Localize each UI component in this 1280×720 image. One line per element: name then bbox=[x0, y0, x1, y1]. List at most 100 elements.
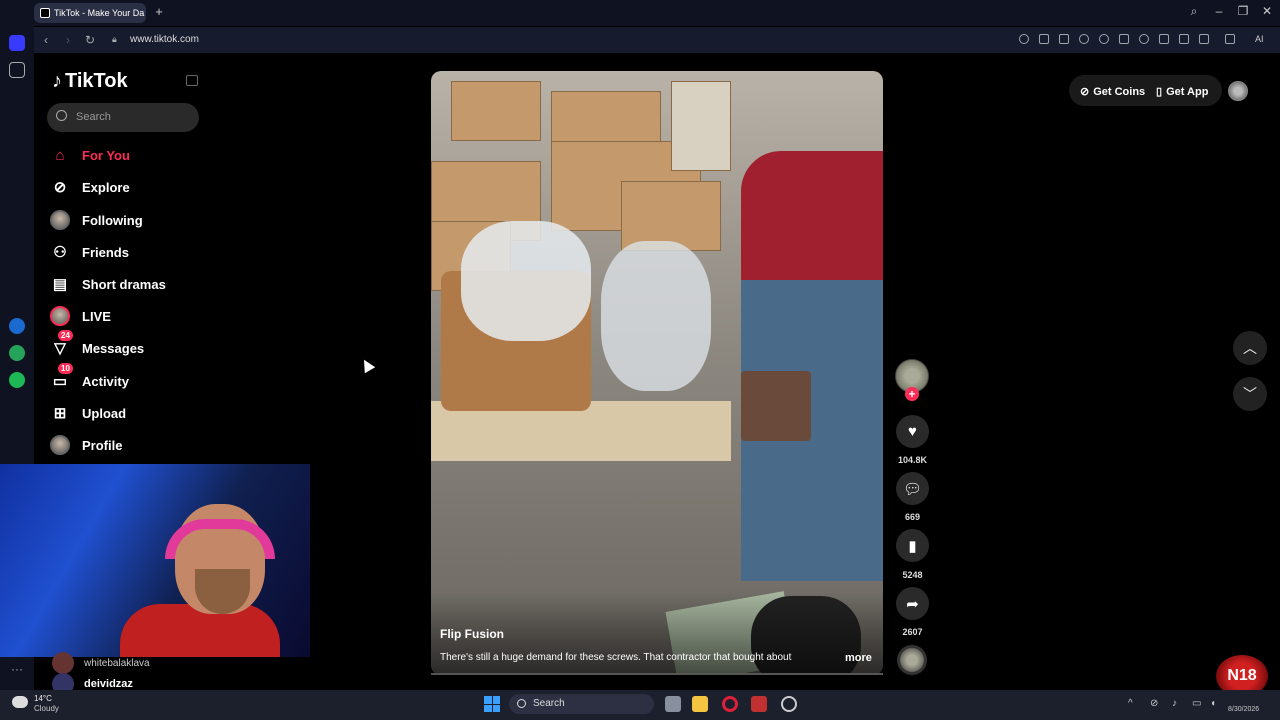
music-disc-icon[interactable] bbox=[897, 645, 927, 675]
share-count: 2607 bbox=[902, 627, 923, 637]
nav-upload[interactable]: ⊞ Upload bbox=[50, 401, 126, 425]
tray-display-icon[interactable]: ▭ bbox=[1192, 698, 1201, 709]
next-video-button[interactable]: ﹀ bbox=[1233, 377, 1267, 411]
account-name: deividzaz bbox=[84, 678, 133, 690]
phone-icon: ▯ bbox=[1156, 86, 1163, 98]
video-progress-bar[interactable] bbox=[431, 673, 883, 675]
seller-person bbox=[741, 151, 883, 581]
profile-avatar-icon bbox=[50, 435, 70, 455]
nav-profile[interactable]: Profile bbox=[50, 433, 122, 457]
browser-titlebar bbox=[0, 0, 1280, 26]
plastic-bag bbox=[461, 221, 591, 341]
messages-badge: 24 bbox=[58, 330, 73, 341]
task-view-icon[interactable] bbox=[665, 696, 681, 712]
back-icon[interactable]: ‹ bbox=[39, 33, 53, 47]
new-tab-button[interactable]: + bbox=[152, 5, 166, 19]
friends-icon: ⚇ bbox=[53, 244, 67, 261]
forward-icon[interactable]: › bbox=[61, 33, 75, 47]
account-name: whitebalaklava bbox=[84, 657, 150, 669]
camera-icon[interactable] bbox=[1059, 34, 1069, 44]
video-player[interactable] bbox=[431, 71, 883, 675]
vpn-icon[interactable] bbox=[1099, 34, 1109, 44]
menu-icon[interactable] bbox=[1179, 34, 1189, 44]
heart-icon[interactable] bbox=[1139, 34, 1149, 44]
profile-icon[interactable] bbox=[1199, 34, 1209, 44]
following-account[interactable]: whitebalaklava bbox=[52, 652, 150, 674]
play-icon[interactable] bbox=[1119, 34, 1129, 44]
download-icon[interactable] bbox=[1159, 34, 1169, 44]
nav-messages[interactable]: ▽ 24 Messages bbox=[50, 330, 144, 360]
like-button[interactable]: ♥ bbox=[896, 415, 929, 448]
nav-label: For You bbox=[82, 147, 130, 163]
activity-badge: 10 bbox=[58, 363, 73, 374]
search-tabs-icon[interactable]: ⌕ bbox=[1186, 4, 1202, 19]
more-icon[interactable]: ··· bbox=[11, 662, 23, 676]
send-icon: ▽ 24 bbox=[50, 330, 73, 358]
collapse-sidebar-icon[interactable] bbox=[186, 75, 198, 86]
pavement-patch bbox=[671, 81, 731, 171]
close-icon[interactable]: ✕ bbox=[1259, 4, 1275, 18]
tray-mic-icon[interactable]: ♪ bbox=[1172, 698, 1177, 709]
nav-label: Short dramas bbox=[82, 276, 166, 292]
nav-for-you[interactable]: ⌂ For You bbox=[50, 143, 130, 167]
minimize-icon[interactable]: – bbox=[1211, 4, 1227, 18]
tray-network-icon[interactable]: ⊘ bbox=[1150, 698, 1158, 709]
video-author[interactable]: Flip Fusion bbox=[440, 627, 504, 641]
cardboard-box bbox=[451, 81, 541, 141]
opera-taskbar-icon[interactable] bbox=[722, 696, 738, 712]
get-app-label: Get App bbox=[1166, 85, 1209, 98]
nav-label: Friends bbox=[82, 244, 129, 260]
bookmark-button[interactable]: ▮ bbox=[896, 529, 929, 562]
nav-friends[interactable]: ⚇ Friends bbox=[50, 240, 129, 264]
app-taskbar-icon[interactable] bbox=[751, 696, 767, 712]
nav-label: LIVE bbox=[82, 308, 111, 324]
home-icon: ⌂ bbox=[55, 146, 65, 164]
share-button[interactable]: ➦ bbox=[896, 587, 929, 620]
get-app-button[interactable]: ▯ Get App bbox=[1156, 85, 1209, 99]
get-coins-button[interactable]: ⊘ Get Coins bbox=[1080, 85, 1146, 99]
ai-icon[interactable]: AI bbox=[1255, 34, 1264, 44]
tiktok-logo[interactable]: ♪ TikTok bbox=[52, 70, 128, 93]
tiktok-favicon-icon bbox=[40, 8, 50, 18]
whatsapp-icon[interactable] bbox=[9, 345, 25, 361]
nav-label: Explore bbox=[82, 179, 130, 195]
tray-volume-icon[interactable]: ◖ bbox=[1210, 698, 1216, 709]
extensions-icon[interactable] bbox=[1225, 34, 1235, 44]
search-icon bbox=[56, 110, 67, 121]
messenger-icon[interactable] bbox=[9, 318, 25, 334]
more-button[interactable]: more bbox=[845, 652, 872, 664]
star-icon[interactable] bbox=[9, 62, 25, 78]
wallet bbox=[741, 371, 811, 441]
taskbar-search[interactable] bbox=[509, 694, 654, 714]
windows-start-icon[interactable] bbox=[484, 696, 500, 712]
reload-icon[interactable]: ↻ bbox=[83, 33, 97, 47]
follow-plus-icon[interactable]: + bbox=[905, 387, 919, 401]
edit-icon[interactable] bbox=[1039, 34, 1049, 44]
search-input[interactable] bbox=[47, 103, 199, 132]
comment-button[interactable]: 💬︎ bbox=[896, 472, 929, 505]
shield-icon[interactable] bbox=[1079, 34, 1089, 44]
settings-taskbar-icon[interactable] bbox=[781, 696, 797, 712]
get-coins-label: Get Coins bbox=[1093, 85, 1146, 98]
zoom-icon[interactable] bbox=[1019, 34, 1029, 44]
nav-activity[interactable]: ▭ 10 Activity bbox=[50, 363, 129, 393]
previous-video-button[interactable]: ︿ bbox=[1233, 331, 1267, 365]
cloud-icon[interactable] bbox=[12, 696, 28, 708]
tab-title: TikTok - Make Your Da bbox=[54, 8, 145, 18]
weather-condition: Cloudy bbox=[34, 704, 59, 713]
nav-explore[interactable]: ⊘ Explore bbox=[50, 175, 130, 199]
profile-avatar[interactable] bbox=[1228, 81, 1248, 101]
lock-icon: 🔒︎ bbox=[112, 34, 117, 44]
nav-live[interactable]: LIVE bbox=[50, 304, 111, 328]
account-avatar bbox=[52, 652, 74, 674]
nav-following[interactable]: Following bbox=[50, 208, 143, 232]
nav-short-dramas[interactable]: ▤ Short dramas bbox=[50, 272, 166, 296]
maximize-icon[interactable]: ❐ bbox=[1235, 4, 1251, 18]
home-icon[interactable] bbox=[9, 35, 25, 51]
file-explorer-icon[interactable] bbox=[692, 696, 708, 712]
browser-tab[interactable]: TikTok - Make Your Da bbox=[34, 3, 146, 23]
url-field[interactable]: www.tiktok.com bbox=[130, 34, 199, 45]
spotify-icon[interactable] bbox=[9, 372, 25, 388]
tray-chevron-icon[interactable]: ^ bbox=[1128, 698, 1133, 709]
like-count: 104.8K bbox=[897, 455, 928, 465]
